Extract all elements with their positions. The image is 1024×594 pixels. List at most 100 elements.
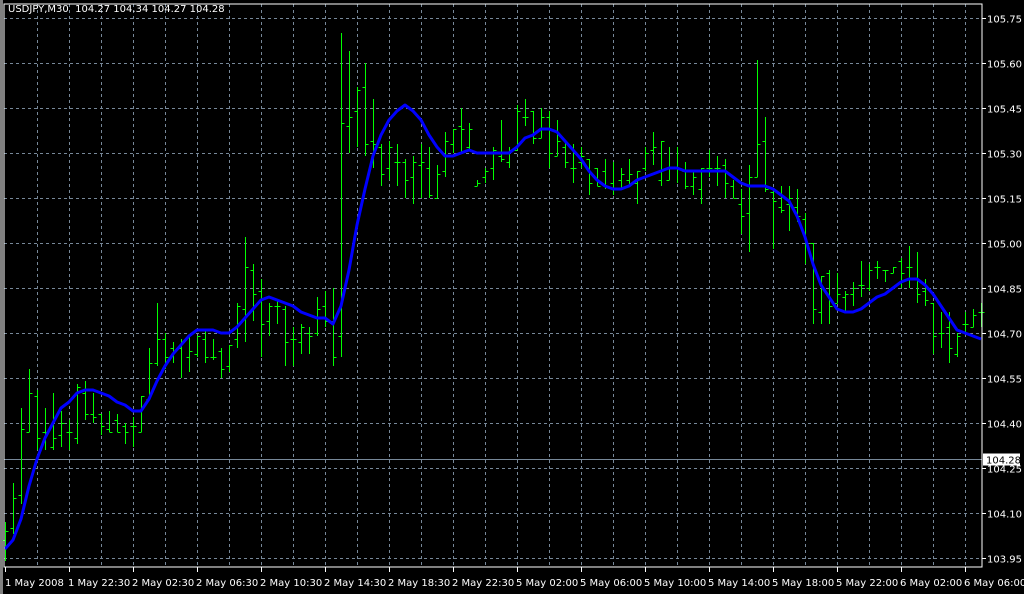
- time-tick-label: 1 May 22:30: [68, 578, 130, 589]
- time-tick-label: 6 May 02:00: [900, 578, 962, 589]
- ohlc-bar: [778, 186, 785, 213]
- ohlc-bar: [298, 324, 305, 354]
- ohlc-bar: [882, 270, 889, 282]
- bid-price-label: 104.28: [986, 456, 1021, 467]
- time-tick-label: 5 May 14:00: [708, 578, 770, 589]
- time-axis[interactable]: 1 May 2008 1 May 22:30 2 May 02:30 2 May 06…: [5, 567, 1024, 589]
- ohlc-bar: [722, 159, 729, 198]
- ohlc-bar: [290, 327, 297, 366]
- ohlc-bar: [18, 408, 25, 504]
- price-tick-label: 105.45: [987, 105, 1022, 116]
- ohlc-bar: [450, 129, 457, 153]
- ohlc-bar: [242, 237, 249, 342]
- ohlc-bar: [466, 123, 473, 150]
- ohlc-bar: [930, 303, 937, 354]
- time-tick-label: 5 May 06:00: [580, 578, 642, 589]
- ohlc-bar: [954, 333, 961, 357]
- ohlc-bar: [482, 168, 489, 183]
- ohlc-bar: [90, 393, 97, 423]
- ohlc-bar: [98, 414, 105, 435]
- ohlc-bar: [754, 60, 761, 178]
- ohlc-bar: [226, 345, 233, 372]
- ohlc-bar: [538, 108, 545, 139]
- price-tick-label: 104.55: [987, 375, 1022, 386]
- ohlc-bar: [938, 312, 945, 348]
- price-tick-label: 104.10: [987, 510, 1022, 521]
- ohlc-bar: [26, 369, 33, 433]
- ohlc-bar: [330, 288, 337, 366]
- ohlc-bar: [458, 108, 465, 153]
- price-tick-label: 104.85: [987, 285, 1022, 296]
- ohlc-bar: [906, 246, 913, 288]
- ohlc-bar: [842, 291, 849, 312]
- ohlc-bar: [474, 180, 481, 187]
- ohlc-bar: [690, 171, 697, 195]
- ohlc-bar: [186, 336, 193, 372]
- ohlc-bar: [634, 171, 641, 204]
- ohlc-bar: [354, 87, 361, 147]
- price-tick-label: 105.75: [987, 15, 1022, 26]
- price-tick-label: 105.00: [987, 240, 1022, 251]
- ohlc-bar: [738, 189, 745, 234]
- time-tick-label: 1 May 2008: [5, 578, 64, 589]
- ohlc-bar: [306, 327, 313, 354]
- ohlc-bar: [866, 264, 873, 291]
- time-tick-label: 2 May 06:30: [196, 578, 258, 589]
- ohlc-readout: 104.27 104.34 104.27 104.28: [75, 4, 225, 15]
- time-tick-label: 6 May 06:00: [964, 578, 1024, 589]
- ohlc-bar: [362, 63, 369, 156]
- ohlc-bar: [10, 483, 17, 534]
- time-tick-label: 2 May 22:30: [452, 578, 514, 589]
- ohlc-bar: [66, 420, 73, 450]
- ohlc-bar: [962, 312, 969, 333]
- price-chart[interactable]: 105.75 105.60 105.45 105.30 105.15 105.00 104.…: [0, 0, 1024, 594]
- ohlc-bar: [274, 300, 281, 324]
- ohlc-bar: [402, 159, 409, 198]
- time-tick-label: 5 May 10:00: [644, 578, 706, 589]
- ohlc-bar: [762, 117, 769, 192]
- ohlc-bar: [666, 147, 673, 181]
- ohlc-bar: [122, 423, 129, 444]
- price-tick-label: 104.70: [987, 330, 1022, 341]
- ohlc-bar: [626, 159, 633, 186]
- ohlc-bar: [154, 303, 161, 366]
- ohlc-bar: [434, 165, 441, 199]
- time-tick-label: 5 May 22:00: [836, 578, 898, 589]
- ohlc-bar: [546, 111, 553, 168]
- chart-header: USDJPY,M30 104.27 104.34 104.27 104.28: [8, 4, 225, 15]
- ohlc-bar: [266, 303, 273, 336]
- ohlc-bar: [410, 156, 417, 204]
- price-tick-label: 104.40: [987, 420, 1022, 431]
- ohlc-bar: [642, 147, 649, 171]
- ohlc-bar: [658, 141, 665, 186]
- ohlc-bar: [770, 189, 777, 249]
- time-tick-label: 5 May 02:00: [516, 578, 578, 589]
- ohlc-bar: [618, 168, 625, 189]
- ohlc-bar: [210, 339, 217, 360]
- ohlc-bar: [394, 144, 401, 186]
- ohlc-bar: [890, 267, 897, 274]
- ohlc-bar: [202, 330, 209, 363]
- ohlc-bar: [706, 150, 713, 177]
- ohlc-bar: [674, 147, 681, 183]
- plot-frame: [3, 3, 983, 568]
- grid: [4, 4, 982, 567]
- time-tick-label: 2 May 10:30: [260, 578, 322, 589]
- ohlc-bar: [346, 51, 353, 153]
- ohlc-bar: [418, 144, 425, 198]
- ohlc-bar: [586, 159, 593, 195]
- time-tick-label: 5 May 18:00: [772, 578, 834, 589]
- ohlc-bar: [130, 417, 137, 447]
- ohlc-bar: [730, 180, 737, 199]
- ohlc-bar: [498, 120, 505, 162]
- time-tick-label: 2 May 02:30: [132, 578, 194, 589]
- price-tick-label: 105.15: [987, 195, 1022, 206]
- ohlc-bar: [650, 132, 657, 165]
- ohlc-bar: [138, 396, 145, 433]
- ohlc-bar: [970, 309, 977, 328]
- price-tick-label: 103.95: [987, 555, 1022, 566]
- price-axis[interactable]: 105.75 105.60 105.45 105.30 105.15 105.00 104.…: [982, 15, 1022, 566]
- time-tick-label: 2 May 14:30: [324, 578, 386, 589]
- ohlc-bar: [258, 279, 265, 357]
- ohlc-bar: [58, 411, 65, 447]
